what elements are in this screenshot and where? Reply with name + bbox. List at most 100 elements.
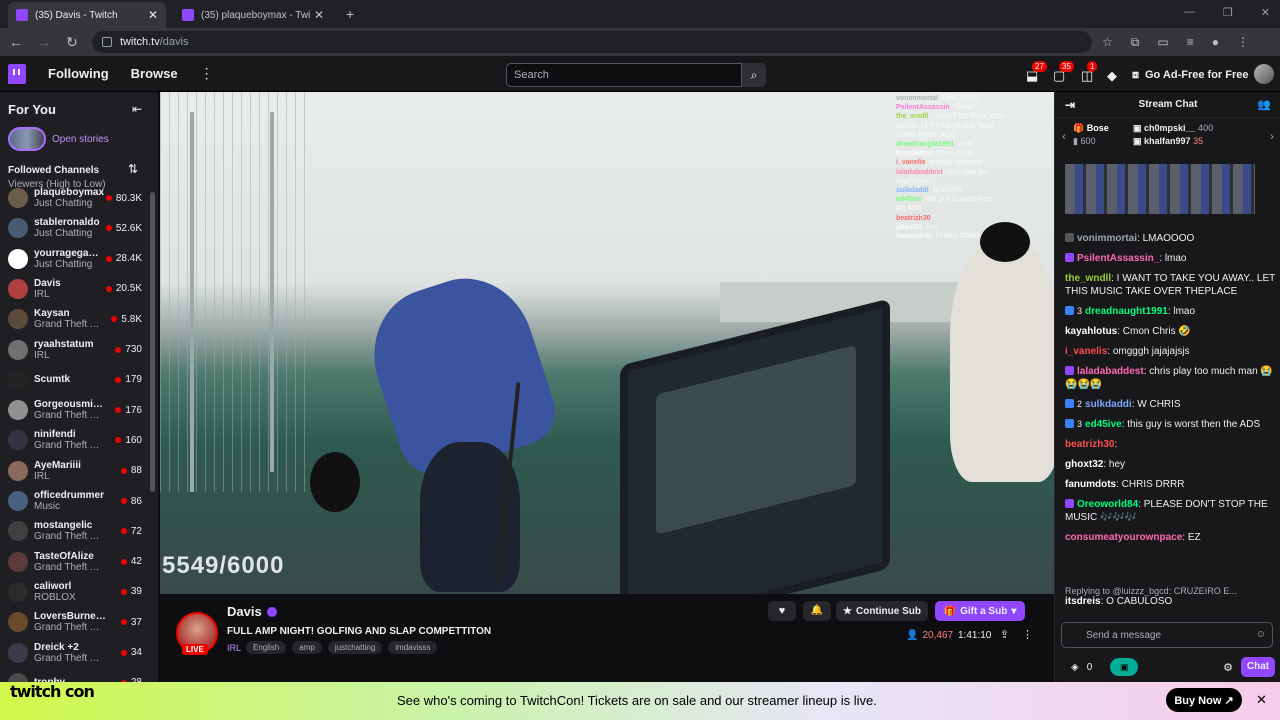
- emote-picker-icon[interactable]: ☺: [1256, 629, 1266, 640]
- chat-username[interactable]: consumeatyourownpace: [1065, 532, 1182, 543]
- chat-username[interactable]: fanumdots: [1065, 479, 1116, 490]
- tag[interactable]: justchatting: [327, 641, 383, 654]
- chat-username[interactable]: beatrizh30: [1065, 439, 1114, 450]
- go-ad-free-button[interactable]: ⧈ Go Ad-Free for Free: [1132, 65, 1249, 85]
- buy-now-button[interactable]: Buy Now ↗: [1166, 688, 1242, 712]
- chat-username[interactable]: ghoxt32: [1065, 459, 1103, 470]
- followed-channel-item[interactable]: TasteOfAlize Grand Theft Au... 42: [0, 548, 150, 576]
- tab-close-icon[interactable]: ✕: [314, 8, 324, 22]
- chevron-right-icon[interactable]: ›: [1263, 131, 1280, 143]
- tag[interactable]: amp: [292, 641, 322, 654]
- followed-channel-item[interactable]: plaqueboymax Just Chatting 80.3K: [0, 184, 150, 212]
- browse-link[interactable]: Browse: [131, 66, 178, 81]
- media-icon[interactable]: ≡: [1187, 35, 1194, 50]
- site-info-icon[interactable]: [102, 37, 112, 47]
- whispers-icon[interactable]: ▢ 35: [1053, 61, 1074, 84]
- chat-message[interactable]: beatrizh30:: [1065, 438, 1277, 451]
- minimize-icon[interactable]: —: [1184, 6, 1195, 19]
- followed-channel-item[interactable]: mostangelic Grand Theft Au... 72: [0, 517, 150, 545]
- sort-icon[interactable]: ⇅: [128, 162, 138, 176]
- chat-input[interactable]: Send a message ☺: [1061, 622, 1273, 648]
- followed-channel-item[interactable]: caliworl ROBLOX 39: [0, 578, 150, 606]
- follow-heart-button[interactable]: ♥: [768, 601, 796, 621]
- chat-message[interactable]: ghoxt32: hey: [1065, 458, 1277, 471]
- browser-menu-icon[interactable]: ⋮: [1237, 35, 1249, 50]
- sidebar-scrollbar[interactable]: [150, 192, 155, 492]
- collapse-sidebar-icon[interactable]: ⇤: [132, 102, 142, 116]
- followed-channel-item[interactable]: trophy28: [0, 669, 150, 682]
- notifications-icon[interactable]: ◫ 1: [1081, 61, 1098, 84]
- followed-channel-item[interactable]: officedrummer Music 86: [0, 487, 150, 515]
- chat-message[interactable]: 2 sulkdaddi: W CHRIS: [1065, 398, 1277, 411]
- bookmark-star-icon[interactable]: ☆: [1102, 35, 1113, 50]
- chat-username[interactable]: kayahlotus: [1065, 326, 1117, 337]
- chat-username[interactable]: ed45ive: [1085, 419, 1122, 430]
- followed-channel-item[interactable]: Dreick +2 Grand Theft Au... 34: [0, 639, 150, 667]
- open-stories-link[interactable]: Open stories: [52, 134, 109, 145]
- tag[interactable]: imdavisss: [388, 641, 438, 654]
- prime-crown-icon[interactable]: ◆: [1107, 68, 1117, 84]
- banner-close-icon[interactable]: ✕: [1256, 692, 1267, 708]
- followed-channel-item[interactable]: Kaysan Grand Theft Au... 5.8K: [0, 305, 150, 333]
- chat-message[interactable]: 3 ed45ive: this guy is worst then the ADS: [1065, 418, 1277, 431]
- community-icon[interactable]: 👥: [1257, 98, 1271, 111]
- category-link[interactable]: IRL: [227, 643, 241, 653]
- search-button[interactable]: ⌕: [742, 63, 766, 87]
- chat-message[interactable]: kayahlotus: Cmon Chris 🤣: [1065, 325, 1277, 338]
- gifter-entry[interactable]: 🎁 Bose ▮ 600: [1073, 122, 1133, 152]
- video-player[interactable]: 5549/6000 vonimmortal: LMAOOOO PsilentAss…: [160, 92, 1054, 594]
- chat-message[interactable]: 3 dreadnaught1991: lmao: [1065, 305, 1277, 318]
- chat-message[interactable]: i_vanelis: omgggh jajajajsjs: [1065, 345, 1277, 358]
- gift-sub-button[interactable]: 🎁 Gift a Sub ▾: [935, 601, 1025, 621]
- followed-channel-item[interactable]: Davis IRL 20.5K: [0, 275, 150, 303]
- chat-username[interactable]: laladabaddest: [1077, 366, 1144, 377]
- user-avatar[interactable]: [1254, 64, 1274, 84]
- collapse-chat-icon[interactable]: ⇥: [1065, 98, 1075, 112]
- browser-tab-davis[interactable]: (35) Davis - Twitch ✕: [8, 2, 166, 28]
- chat-username[interactable]: itsdreis: [1065, 596, 1101, 607]
- forward-icon[interactable]: →: [32, 34, 56, 50]
- continue-sub-button[interactable]: ★ Continue Sub: [836, 601, 928, 621]
- chat-username[interactable]: sulkdaddi: [1085, 399, 1132, 410]
- cast-icon[interactable]: ▭: [1157, 35, 1168, 50]
- following-link[interactable]: Following: [48, 66, 109, 81]
- chat-username[interactable]: the_wndll: [1065, 273, 1111, 284]
- stories-row[interactable]: Open stories: [8, 127, 158, 151]
- channel-name[interactable]: Davis: [227, 604, 277, 619]
- claim-points-button[interactable]: ▣: [1110, 658, 1139, 676]
- reload-icon[interactable]: ↻: [60, 34, 84, 51]
- tab-close-icon[interactable]: ✕: [148, 8, 158, 22]
- profile-icon[interactable]: ●: [1212, 35, 1219, 50]
- followed-channel-item[interactable]: ninifendi Grand Theft Au... 160: [0, 426, 150, 454]
- inbox-icon[interactable]: ⬓ 27: [1026, 61, 1047, 84]
- gifter-entry[interactable]: ▣ ch0mpski__ 400 ▣ khalfan997 35: [1133, 122, 1263, 152]
- browser-tab-plaqueboymax[interactable]: (35) plaqueboymax - Twitch ✕: [174, 2, 332, 28]
- close-window-icon[interactable]: ✕: [1261, 6, 1270, 19]
- more-menu-icon[interactable]: ⋮: [200, 65, 214, 82]
- url-field[interactable]: twitch.tv/davis: [92, 31, 1092, 53]
- chat-message[interactable]: laladabaddest: chris play too much man 😭…: [1065, 365, 1277, 391]
- chat-message[interactable]: vonimmortai: LMAOOOO: [1065, 232, 1277, 245]
- share-icon[interactable]: ⇪: [1000, 628, 1009, 641]
- back-icon[interactable]: ←: [4, 34, 28, 50]
- notification-bell-button[interactable]: 🔔: [803, 601, 831, 621]
- followed-channel-item[interactable]: stableronaldo Just Chatting 52.6K: [0, 214, 150, 242]
- followed-channel-item[interactable]: Scumtk 179: [0, 366, 150, 394]
- twitch-logo-icon[interactable]: [8, 63, 26, 84]
- followed-channel-item[interactable]: Gorgeousminaj Grand Theft Au... 176: [0, 396, 150, 424]
- chat-username[interactable]: vonimmortai: [1077, 233, 1137, 244]
- new-tab-button[interactable]: +: [346, 6, 354, 22]
- extensions-icon[interactable]: ⧉: [1131, 35, 1140, 50]
- followed-channel-item[interactable]: yourragegami... Just Chatting 28.4K: [0, 245, 150, 273]
- chat-message[interactable]: Oreoworld84: PLEASE DON'T STOP THE MUSIC…: [1065, 498, 1277, 524]
- more-options-icon[interactable]: ⋮: [1022, 628, 1033, 641]
- chat-username[interactable]: PsilentAssassin_: [1077, 253, 1159, 264]
- chevron-left-icon[interactable]: ‹: [1055, 131, 1073, 143]
- followed-channel-item[interactable]: AyeMariiii IRL 88: [0, 457, 150, 485]
- followed-channel-item[interactable]: ryaahstatum IRL 730: [0, 336, 150, 364]
- chat-message[interactable]: the_wndll: I WANT TO TAKE YOU AWAY.. LET…: [1065, 272, 1277, 298]
- search-input[interactable]: Search: [506, 63, 742, 87]
- chat-message[interactable]: fanumdots: CHRIS DRRR: [1065, 478, 1277, 491]
- restore-icon[interactable]: ❐: [1223, 6, 1233, 19]
- chat-message[interactable]: consumeatyourownpace: EZ: [1065, 531, 1277, 544]
